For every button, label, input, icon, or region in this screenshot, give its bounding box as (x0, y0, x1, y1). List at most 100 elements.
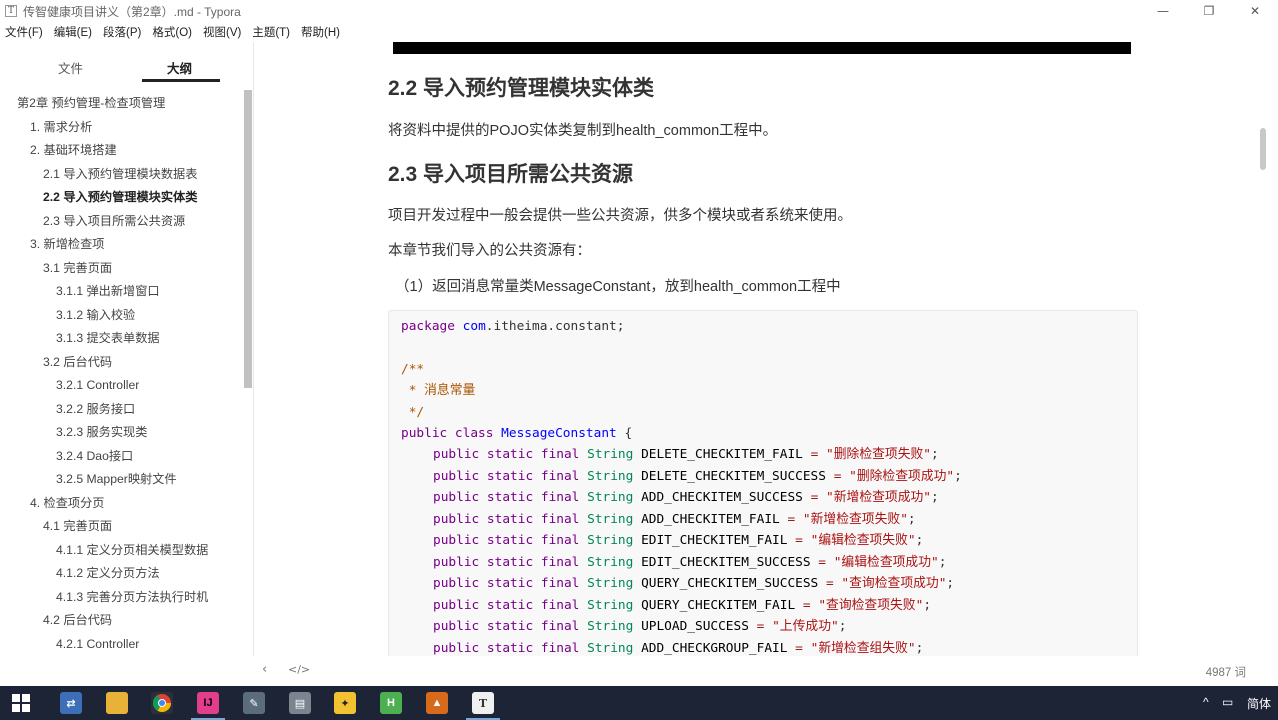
sidebar-scrollbar[interactable] (244, 90, 252, 388)
code-field-type: String (587, 490, 634, 505)
outline-item[interactable]: 4.1.2 定义分页方法 (56, 564, 160, 582)
content-scrollbar[interactable] (1260, 128, 1266, 170)
ime-indicator[interactable]: 简体 (1247, 695, 1271, 712)
code-operator: = (802, 597, 811, 613)
outline-item[interactable]: 3.2.1 Controller (56, 376, 139, 394)
code-string: "删除检查项成功" (849, 468, 955, 484)
code-field-modifiers: public static final (433, 533, 580, 548)
code-string: "上传成功" (772, 619, 839, 634)
typora-icon[interactable]: T (472, 692, 494, 714)
code-field-modifiers: public static final (433, 468, 580, 484)
code-line-field: public static final String QUERY_CHECKIT… (433, 597, 932, 613)
outline-item[interactable]: 第2章 预约管理-检查项管理 (17, 94, 165, 112)
start-icon[interactable] (12, 694, 30, 712)
image-bottom-edge (393, 42, 1131, 54)
menu-view[interactable]: 视图(V) (198, 24, 247, 40)
intellij-icon[interactable]: IJ (197, 692, 219, 714)
chrome-icon[interactable] (151, 692, 173, 714)
menu-help[interactable]: 帮助(H) (296, 24, 346, 40)
code-string: "删除检查项失败" (826, 447, 932, 462)
outline-item[interactable]: 4.1.3 完善分页方法执行时机 (56, 588, 208, 606)
outline-item[interactable]: 4.2.1 Controller (56, 635, 139, 653)
outline-item[interactable]: 1. 需求分析 (30, 118, 92, 136)
minimize-button[interactable]: — (1140, 0, 1186, 22)
outline-item[interactable]: 3.2 后台代码 (43, 353, 112, 371)
file-explorer-icon[interactable] (106, 692, 128, 714)
code-field-modifiers: public static final (433, 597, 580, 613)
outline-item[interactable]: 3.1 完善页面 (43, 259, 112, 277)
toggle-sidebar-button[interactable]: ‹ (262, 662, 267, 677)
code-string: "查询检查项成功" (841, 576, 947, 591)
code-line-field: public static final String ADD_CHECKITEM… (433, 490, 939, 505)
tab-outline[interactable]: 大纲 (167, 58, 192, 77)
menu-paragraph[interactable]: 段落(P) (98, 24, 147, 40)
code-line-package: package com.itheima.constant; (401, 317, 624, 337)
code-field-modifiers: public static final (433, 576, 580, 591)
tab-active-indicator (142, 79, 220, 82)
code-package-rest: .itheima.constant; (485, 319, 625, 334)
title-bar: T 传智健康项目讲义（第2章）.md - Typora — ❐ ✕ (0, 0, 1278, 22)
menu-bar: 文件(F) 编辑(E) 段落(P) 格式(O) 视图(V) 主题(T) 帮助(H… (0, 22, 1278, 42)
code-operator: = (795, 533, 803, 548)
outline-item[interactable]: 2. 基础环境搭建 (30, 141, 117, 159)
restore-button[interactable]: ❐ (1186, 0, 1232, 22)
outline-item[interactable]: 3.1.2 输入校验 (56, 306, 135, 324)
outline-item[interactable]: 3.2.5 Mapper映射文件 (56, 470, 177, 488)
code-operator: = (795, 640, 803, 656)
outline-item[interactable]: 4.1 完善页面 (43, 517, 112, 535)
hbuilder-icon[interactable]: H (380, 692, 402, 714)
outline-item[interactable]: 4.2 后台代码 (43, 611, 112, 629)
source-mode-button[interactable]: </> (288, 663, 310, 676)
navicat-icon[interactable]: ▤ (289, 692, 311, 714)
code-field-name: ADD_CHECKGROUP_FAIL (641, 640, 788, 656)
code-comment-start: /** (401, 362, 425, 377)
code-field-type: String (587, 511, 634, 527)
matlab-icon[interactable]: ▲ (426, 692, 448, 714)
editor-content[interactable]: 2.2 导入预约管理模块实体类 将资料中提供的POJO实体类复制到health_… (255, 42, 1268, 686)
close-button[interactable]: ✕ (1232, 0, 1278, 22)
notepad-icon[interactable]: ✦ (334, 692, 356, 714)
window-controls: — ❐ ✕ (1140, 0, 1278, 22)
code-field-modifiers: public static final (433, 511, 580, 527)
code-field-type: String (587, 554, 634, 570)
code-field-name: QUERY_CHECKITEM_SUCCESS (641, 576, 819, 591)
code-field-type: String (587, 619, 634, 634)
paragraph-message-constant: （1）返回消息常量类MessageConstant，放到health_commo… (395, 279, 841, 295)
menu-theme[interactable]: 主题(T) (247, 24, 296, 40)
word-count[interactable]: 4987 词 (1206, 664, 1246, 680)
code-field-modifiers: public static final (433, 490, 580, 505)
code-field-name: EDIT_CHECKITEM_SUCCESS (641, 554, 811, 570)
tray-network-icon[interactable]: ▭ (1222, 695, 1233, 709)
code-block[interactable]: package com.itheima.constant; /** * 消息常量… (388, 310, 1138, 686)
sidebar: 文件 大纲 第2章 预约管理-检查项管理 1. 需求分析 2. 基础环境搭建 2.1 … (0, 42, 254, 686)
code-field-modifiers: public static final (433, 619, 580, 634)
outline-item[interactable]: 3.2.4 Dao接口 (56, 447, 133, 465)
code-string: "编辑检查项成功" (833, 554, 939, 570)
outline-item[interactable]: 3. 新增检查项 (30, 235, 105, 253)
code-string: "查询检查项失败" (818, 597, 924, 613)
outline-item[interactable]: 2.3 导入项目所需公共资源 (43, 212, 185, 230)
code-field-name: ADD_CHECKITEM_FAIL (641, 511, 780, 527)
code-field-name: ADD_CHECKITEM_SUCCESS (641, 490, 803, 505)
menu-file[interactable]: 文件(F) (0, 24, 49, 40)
code-field-name: UPLOAD_SUCCESS (641, 619, 749, 634)
tab-files[interactable]: 文件 (58, 58, 83, 77)
paragraph-pojo: 将资料中提供的POJO实体类复制到health_common工程中。 (388, 123, 778, 139)
feather-icon[interactable]: ✎ (243, 692, 265, 714)
outline-item[interactable]: 3.1.3 提交表单数据 (56, 329, 160, 347)
code-field-type: String (587, 468, 634, 484)
outline-item[interactable]: 4.1.1 定义分页相关模型数据 (56, 541, 208, 559)
menu-edit[interactable]: 编辑(E) (49, 24, 98, 40)
outline-item[interactable]: 2.2 导入预约管理模块实体类 (43, 188, 197, 206)
outline-item[interactable]: 3.1.1 弹出新增窗口 (56, 282, 160, 300)
network-explorer-icon[interactable]: ⇄ (60, 692, 82, 714)
outline-item[interactable]: 3.2.3 服务实现类 (56, 423, 147, 441)
code-field-name: DELETE_CHECKITEM_SUCCESS (641, 468, 826, 484)
windows-taskbar: ⇄ IJ ✎ ▤ ✦ H ▲ T ^ ▭ 简体 (0, 686, 1278, 720)
tray-chevron-icon[interactable]: ^ (1203, 695, 1209, 709)
outline-item[interactable]: 2.1 导入预约管理模块数据表 (43, 165, 197, 183)
menu-format[interactable]: 格式(O) (147, 24, 198, 40)
outline-item[interactable]: 3.2.2 服务接口 (56, 400, 135, 418)
outline-item[interactable]: 4. 检查项分页 (30, 494, 105, 512)
code-class-name: MessageConstant (501, 426, 617, 441)
